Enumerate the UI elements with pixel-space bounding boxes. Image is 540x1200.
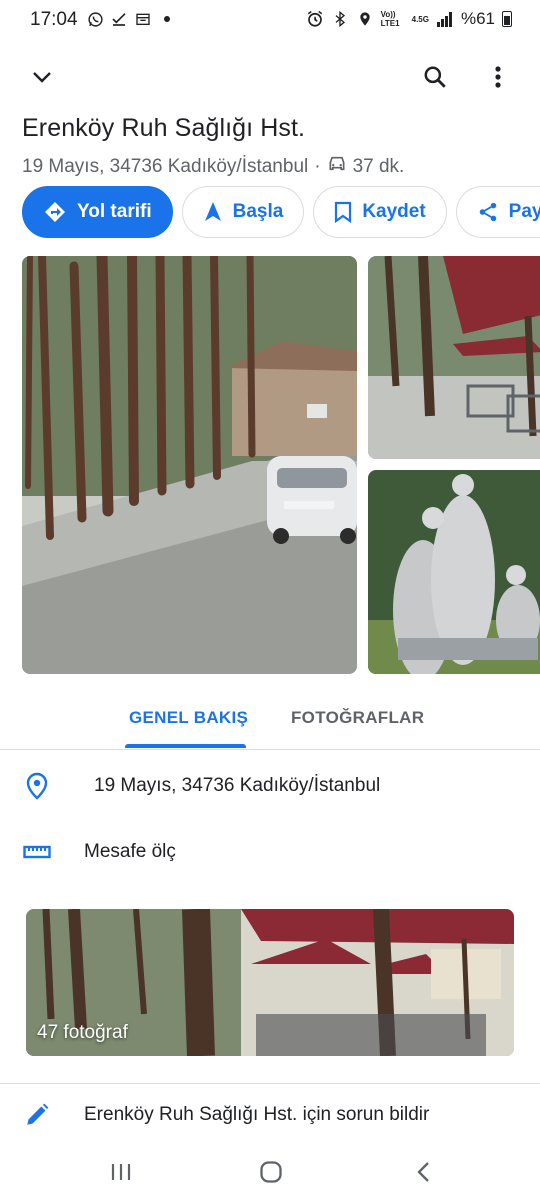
task-done-icon [110,10,128,28]
alarm-icon [306,10,324,28]
share-button[interactable]: Paylaş [455,186,540,238]
collapse-chevron-down-icon[interactable] [20,55,64,99]
bluetooth-icon [331,10,349,28]
car-icon [327,155,347,178]
start-button[interactable]: Başla [181,186,305,238]
directions-icon [45,202,65,222]
directions-label: Yol tarifi [77,201,152,222]
pencil-icon [22,1100,52,1130]
measure-distance-label: Mesafe ölç [84,841,176,862]
active-tab-indicator [125,744,246,748]
photo-count: 47 fotoğraf [37,1022,128,1043]
recent-apps-icon[interactable] [101,1154,141,1190]
main-photo[interactable] [22,256,357,674]
subtitle-separator: · [314,155,321,177]
calendar-icon [134,10,152,28]
place-title: Erenköy Ruh Sağlığı Hst. [22,114,306,142]
share-label: Paylaş [508,201,540,222]
navigation-arrow-icon [204,202,221,221]
drive-time: 37 dk. [352,155,405,177]
photo-gallery[interactable]: 47 fotoğraf [26,909,514,1056]
network-type: 4.5G [411,14,429,24]
signal-icon [436,10,454,28]
report-issue-label: Erenköy Ruh Sağlığı Hst. için sorun bild… [84,1104,430,1125]
bookmark-icon [335,201,352,223]
system-navigation-bar [0,1142,540,1200]
tab-photos[interactable]: FOTOĞRAFLAR [291,708,424,728]
battery-icon [502,11,512,27]
directions-button[interactable]: Yol tarifi [22,186,173,238]
battery-percent: %61 [460,9,495,28]
whatsapp-icon [86,10,104,28]
tab-bar: GENEL BAKIŞ FOTOĞRAFLAR [0,690,540,750]
location-icon [356,10,374,28]
address-row[interactable]: 19 Mayıs, 34736 Kadıköy/İstanbul [0,757,540,817]
search-icon[interactable] [413,55,457,99]
statue-photo[interactable] [368,470,540,674]
cafe-photo[interactable] [368,256,540,459]
top-app-bar [0,52,540,104]
back-icon[interactable] [404,1154,444,1190]
address-text: 19 Mayıs, 34736 Kadıköy/İstanbul [94,775,381,796]
report-issue-row[interactable]: Erenköy Ruh Sağlığı Hst. için sorun bild… [0,1086,540,1146]
place-address-short: 19 Mayıs, 34736 Kadıköy/İstanbul [22,155,309,177]
save-label: Kaydet [362,201,426,222]
notification-icons [86,10,176,28]
network-label: Vo)) LTE1 [380,10,400,28]
ruler-icon [22,837,52,867]
system-icons: Vo)) LTE1 4.5G %61 [306,9,512,29]
action-chips: Yol tarifi Başla Kaydet Paylaş [22,186,540,240]
place-subtitle: 19 Mayıs, 34736 Kadıköy/İstanbul · 37 dk… [22,155,404,178]
more-notifications-dot-icon [158,10,176,28]
more-options-icon[interactable] [476,55,520,99]
status-bar: 17:04 Vo)) LTE1 4.5G %61 [0,0,540,40]
location-pin-icon [22,771,52,801]
share-icon [479,202,496,222]
tab-overview[interactable]: GENEL BAKIŞ [129,708,248,728]
start-label: Başla [232,201,284,222]
section-divider [0,1083,540,1084]
measure-distance-row[interactable]: Mesafe ölç [0,823,540,883]
status-time: 17:04 [30,9,78,30]
home-icon[interactable] [251,1154,291,1190]
save-button[interactable]: Kaydet [313,186,447,238]
